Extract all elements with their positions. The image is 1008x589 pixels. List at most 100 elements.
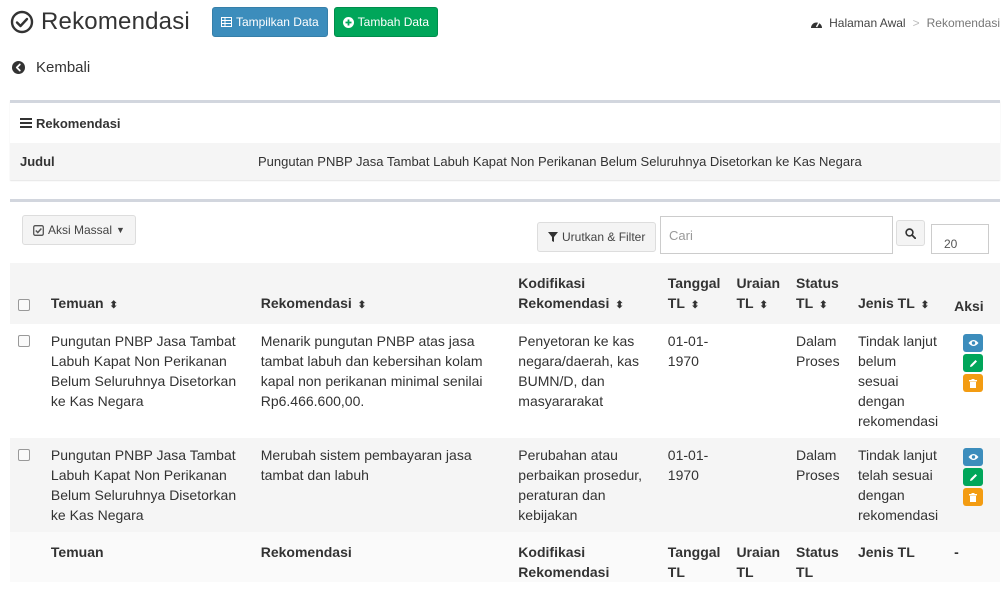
header-tanggal[interactable]: Tanggal TL ⬍ — [659, 263, 729, 324]
header-status-label-2: TL — [796, 295, 814, 311]
eye-icon — [968, 454, 979, 460]
table-box: Aksi Massal ▼ Urutkan & Filter 20 — [10, 199, 1000, 589]
table-body: Pungutan PNBP Jasa Tambat Labuh Kapat No… — [10, 324, 1000, 532]
per-page-input[interactable]: 20 — [931, 224, 989, 254]
show-data-label: Tampilkan Data — [235, 15, 319, 29]
rekomendasi-table: Temuan ⬍ Rekomendasi ⬍ Kodifikasi Rekomenda… — [10, 263, 1000, 582]
footer-uraian-label-2: TL — [736, 564, 754, 580]
cell-temuan: Pungutan PNBP Jasa Tambat Labuh Kapat No… — [50, 333, 237, 409]
footer-tanggal: Tanggal TL — [659, 532, 729, 582]
trash-icon — [969, 492, 978, 502]
breadcrumb-current: Rekomendasi — [926, 16, 1000, 30]
search-input[interactable] — [660, 216, 893, 254]
row-checkbox[interactable] — [18, 335, 30, 347]
page-title: Rekomendasi — [41, 8, 190, 35]
footer-temuan: Temuan — [42, 532, 253, 582]
table-icon — [220, 17, 232, 27]
caret-down-icon: ▼ — [116, 225, 125, 235]
header-tanggal-label-2: TL — [667, 295, 685, 311]
select-all-checkbox[interactable] — [18, 299, 30, 311]
header-uraian[interactable]: Uraian TL ⬍ — [728, 263, 789, 324]
cell-jenis: Tindak lanjut telah sesuai dengan rekome… — [849, 438, 947, 532]
footer-rekomendasi: Rekomendasi — [252, 532, 511, 582]
sort-filter-label: Urutkan & Filter — [562, 230, 646, 244]
add-data-button[interactable]: Tambah Data — [333, 7, 439, 37]
header-aksi-label: Aksi — [954, 298, 984, 314]
header-status[interactable]: Status TL ⬍ — [788, 263, 850, 324]
view-button[interactable] — [963, 448, 984, 466]
judul-label: Judul — [20, 154, 55, 169]
detail-row-judul: Judul Pungutan PNBP Jasa Tambat Labuh Ka… — [10, 143, 1000, 180]
sort-icon: ⬍ — [759, 300, 768, 311]
cell-tanggal: 01-01-1970 — [667, 333, 709, 369]
header-uraian-label-1: Uraian — [736, 275, 781, 291]
cell-kodifikasi: Penyetoran ke kas negara/daerah, kas BUM… — [518, 333, 639, 409]
row-checkbox[interactable] — [18, 449, 30, 461]
header-jenis[interactable]: Jenis TL ⬍ — [849, 263, 947, 324]
cell-status: Dalam Proses — [796, 333, 840, 369]
chevron-circle-left-icon — [12, 61, 25, 74]
plus-circle-icon — [342, 16, 354, 28]
search-button[interactable] — [896, 220, 925, 246]
breadcrumb-home-link[interactable]: Halaman Awal — [829, 16, 906, 30]
cell-tanggal: 01-01-1970 — [659, 438, 729, 532]
sort-icon: ⬍ — [690, 300, 700, 311]
cell-uraian — [728, 438, 789, 532]
cell-rekomendasi: Merubah sistem pembayaran jasa tambat da… — [252, 438, 511, 532]
header-kodifikasi[interactable]: Kodifikasi Rekomendasi ⬍ — [510, 263, 660, 324]
search-icon — [905, 227, 916, 239]
footer-uraian: Uraian TL — [728, 532, 789, 582]
footer-uraian-label-1: Uraian — [736, 544, 781, 560]
header-temuan-label: Temuan — [50, 295, 104, 311]
header-kodifikasi-label-1: Kodifikasi — [518, 275, 586, 291]
cell-status: Dalam Proses — [788, 438, 850, 532]
show-data-button[interactable]: Tampilkan Data — [211, 7, 328, 37]
cell-temuan: Pungutan PNBP Jasa Tambat Labuh Kapat No… — [42, 438, 253, 532]
page-header: Rekomendasi Tampilkan Data Tambah Data — [10, 4, 439, 40]
cell-aksi — [946, 324, 1000, 438]
mass-action-label: Aksi Massal — [48, 223, 113, 237]
footer-kodifikasi-label-1: Kodifikasi — [518, 544, 586, 560]
trash-icon — [969, 378, 978, 388]
table-header: Temuan ⬍ Rekomendasi ⬍ Kodifikasi Rekomenda… — [10, 263, 1000, 324]
header-uraian-label-2: TL — [736, 295, 754, 311]
footer-tanggal-label-1: Tanggal — [667, 544, 721, 560]
delete-button[interactable] — [963, 488, 984, 506]
detail-box: Rekomendasi Judul Pungutan PNBP Jasa Tam… — [10, 100, 1000, 180]
header-rekomendasi[interactable]: Rekomendasi ⬍ — [252, 263, 511, 324]
row-actions — [954, 331, 992, 392]
footer-aksi: - — [946, 532, 1000, 582]
pencil-icon — [969, 473, 977, 481]
mass-action-dropdown[interactable]: Aksi Massal ▼ — [22, 215, 136, 245]
footer-kodifikasi: Kodifikasi Rekomendasi — [510, 532, 660, 582]
edit-button[interactable] — [963, 354, 984, 372]
judul-value: Pungutan PNBP Jasa Tambat Labuh Kapat No… — [258, 154, 862, 169]
sort-icon: ⬍ — [109, 300, 118, 311]
footer-status-label-1: Status — [796, 544, 839, 560]
filter-icon — [548, 232, 558, 242]
edit-button[interactable] — [963, 468, 984, 486]
sort-filter-button[interactable]: Urutkan & Filter — [537, 222, 657, 252]
header-aksi: Aksi — [946, 263, 1000, 324]
cell-rekomendasi: Menarik pungutan PNBP atas jasa tambat l… — [260, 333, 483, 409]
breadcrumb: Halaman Awal > Rekomendasi — [810, 16, 1000, 30]
back-link[interactable]: Kembali — [12, 59, 90, 76]
check-square-icon — [33, 224, 44, 236]
sort-icon: ⬍ — [920, 300, 930, 311]
table-footer: Temuan Rekomendasi Kodifikasi Rekomendasi… — [10, 532, 1000, 582]
back-label: Kembali — [36, 59, 91, 76]
bars-icon — [20, 118, 32, 128]
header-kodifikasi-label-2: Rekomendasi — [518, 295, 610, 311]
pencil-icon — [969, 359, 977, 367]
header-temuan[interactable]: Temuan ⬍ — [42, 263, 253, 324]
check-circle-icon — [10, 10, 34, 34]
delete-button[interactable] — [963, 374, 984, 392]
eye-icon — [968, 340, 979, 346]
row-select-cell — [10, 438, 43, 532]
cell-kodifikasi: Perubahan atau perbaikan prosedur, perat… — [510, 438, 660, 532]
header-select-all — [10, 263, 43, 324]
breadcrumb-separator: > — [912, 16, 920, 30]
view-button[interactable] — [963, 334, 984, 352]
header-jenis-label: Jenis TL — [857, 295, 915, 311]
cell-jenis: Tindak lanjut belum sesuai dengan rekome… — [857, 333, 939, 429]
